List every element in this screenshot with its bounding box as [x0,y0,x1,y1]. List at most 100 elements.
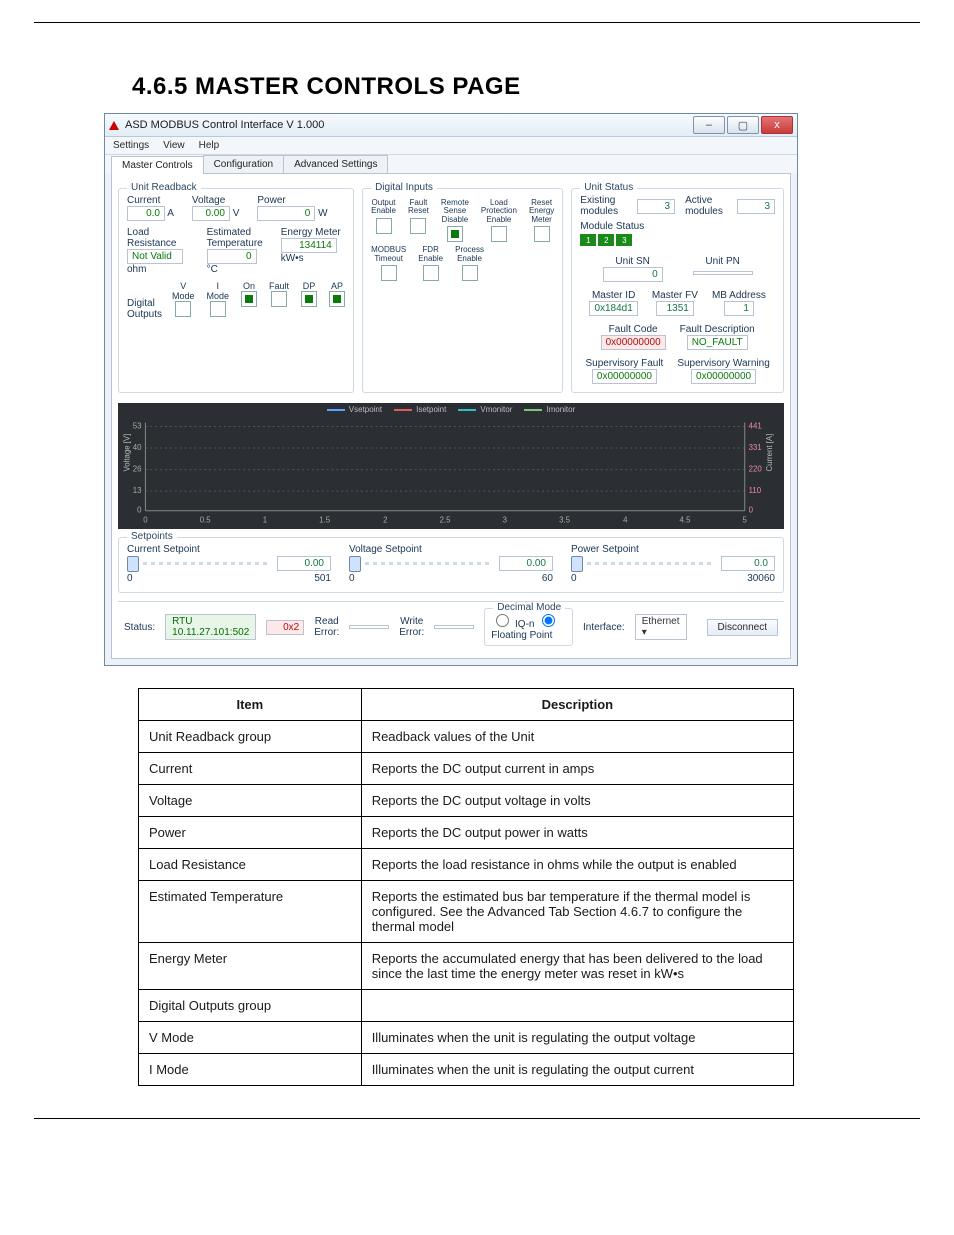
group-legend: Digital Inputs [371,182,437,193]
tab-master-controls[interactable]: Master Controls [111,156,204,174]
svg-text:1.5: 1.5 [319,515,331,524]
voltage-unit: V [233,208,240,219]
close-button[interactable]: x [761,116,793,134]
menu-help[interactable]: Help [199,140,220,151]
sp-voltage-label: Voltage Setpoint [349,544,553,555]
svg-text:13: 13 [133,486,142,495]
fcode-value: 0x00000000 [601,335,666,350]
table-row: Estimated TemperatureReports the estimat… [139,881,794,943]
di-reset-energy-meter[interactable] [534,226,550,242]
di-load-protection-enable[interactable] [491,226,507,242]
mba-value: 1 [724,301,754,316]
sp-current-value[interactable]: 0.00 [277,556,331,571]
table-row: PowerReports the DC output power in watt… [139,817,794,849]
svg-text:331: 331 [749,443,762,452]
sn-value: 0 [603,267,663,282]
di-modbus-timeout[interactable] [381,265,397,281]
di-fault-reset[interactable] [410,218,426,234]
sp-voltage-max: 60 [542,573,553,584]
svg-text:5: 5 [743,515,748,524]
loadres-unit: ohm [127,264,146,275]
fdesc-value: NO_FAULT [687,335,748,350]
svg-text:0.5: 0.5 [200,515,212,524]
svg-text:Current [A]: Current [A] [765,434,774,472]
svg-text:220: 220 [749,465,763,474]
status-label: Status: [124,622,155,633]
loadres-value: Not Valid [127,249,183,264]
radio-iqn[interactable] [496,614,509,627]
radio-floating-point[interactable] [542,614,555,627]
sp-voltage-slider[interactable] [349,562,493,565]
energy-value: 134114 [281,238,337,253]
monitor-chart: Vsetpoint Isetpoint Vmonitor Imonitor [118,403,784,529]
app-logo-icon [109,121,119,130]
readerr-a: Read [315,616,339,627]
active-value: 3 [737,199,775,214]
col-on: On [241,281,257,291]
current-label: Current [127,195,174,206]
energy-unit: kW•s [281,253,304,264]
interface-label: Interface: [583,622,625,633]
power-unit: W [318,208,327,219]
voltage-value: 0.00 [192,206,230,221]
mba-label: MB Address [712,290,766,301]
led-dp [301,291,317,307]
svg-text:110: 110 [749,486,762,495]
sfault-label: Supervisory Fault [586,358,664,369]
sp-power-max: 30060 [747,573,775,584]
sp-power-slider[interactable] [571,562,715,565]
table-row: CurrentReports the DC output current in … [139,753,794,785]
setpoints-group: Setpoints Current Setpoint 0.00 0501 Vol… [118,537,784,593]
svg-text:1: 1 [263,515,267,524]
di-remote-sense-disable[interactable] [447,226,463,242]
current-value: 0.0 [127,206,165,221]
svg-text:2: 2 [383,515,387,524]
led-on [241,291,257,307]
di-process-enable[interactable] [462,265,478,281]
swarn-label: Supervisory Warning [677,358,769,369]
digital-inputs-group: Digital Inputs OutputEnable FaultReset R… [362,188,563,393]
menu-view[interactable]: View [163,140,185,151]
sp-voltage-value[interactable]: 0.00 [499,556,553,571]
mfv-label: Master FV [652,290,698,301]
decimal-mode-label: Decimal Mode [493,602,565,613]
screenshot: ASD MODBUS Control Interface V 1.000 – ▢… [104,113,798,666]
tab-configuration[interactable]: Configuration [203,155,284,173]
group-legend: Setpoints [127,531,177,542]
status-bar: Status: RTU 10.11.27.101:502 0x2 ReadErr… [118,601,784,652]
th-item: Item [139,689,362,721]
unit-status-group: Unit Status Existing modules 3 Active mo… [571,188,784,393]
unit-readback-group: Unit Readback Current 0.0 A Voltage 0.00… [118,188,354,393]
svg-text:40: 40 [133,443,142,452]
disconnect-button[interactable]: Disconnect [707,619,778,636]
existing-value: 3 [637,199,675,214]
power-label: Power [257,195,327,206]
interface-select[interactable]: Ethernet ▾ [635,614,687,640]
svg-text:4.5: 4.5 [680,515,692,524]
voltage-label: Voltage [192,195,239,206]
sp-power-min: 0 [571,573,577,584]
table-row: I ModeIlluminates when the unit is regul… [139,1054,794,1086]
tab-advanced-settings[interactable]: Advanced Settings [283,155,388,173]
module-1: 1 [580,234,596,246]
sp-current-label: Current Setpoint [127,544,331,555]
loadres-label: Load Resistance [127,227,189,249]
col-imode: I Mode [207,281,230,301]
modstatus-label: Module Status [580,221,775,232]
col-ap: AP [329,281,345,291]
di-output-enable[interactable] [376,218,392,234]
sp-voltage-min: 0 [349,573,355,584]
writeerr-b: Error: [399,627,424,638]
maximize-button[interactable]: ▢ [727,116,759,134]
module-3: 3 [616,234,632,246]
di-fdr-enable[interactable] [423,265,439,281]
sp-power-value[interactable]: 0.0 [721,556,775,571]
svg-text:441: 441 [749,421,762,430]
minimize-button[interactable]: – [693,116,725,134]
esttemp-value: 0 [207,249,257,264]
menu-settings[interactable]: Settings [113,140,149,151]
pn-label: Unit PN [693,256,753,267]
sp-current-slider[interactable] [127,562,271,565]
svg-text:26: 26 [133,465,142,474]
svg-text:53: 53 [133,421,142,430]
